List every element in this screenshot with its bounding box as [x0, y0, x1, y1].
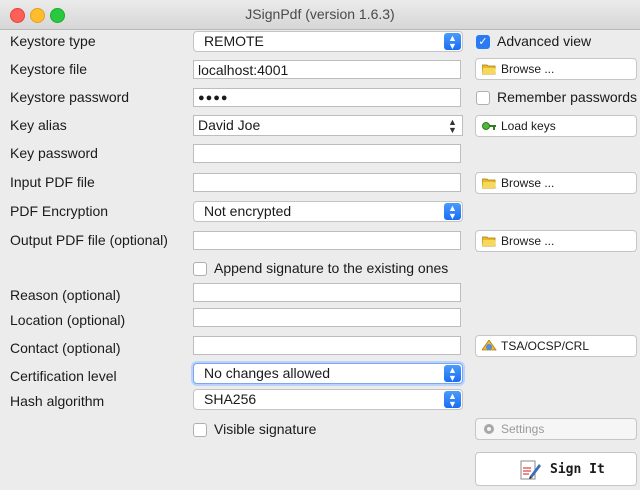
keystore-file-label: Keystore file	[10, 61, 88, 77]
load-keys-button[interactable]: Load keys	[475, 115, 637, 137]
keystore-type-label: Keystore type	[10, 33, 96, 49]
key-password-label: Key password	[10, 145, 98, 161]
key-alias-value: David Joe	[198, 117, 261, 133]
gear-icon	[482, 423, 497, 435]
tsa-ocsp-crl-label: TSA/OCSP/CRL	[501, 339, 590, 353]
folder-icon	[481, 63, 497, 75]
title-bar: JSignPdf (version 1.6.3)	[0, 0, 640, 30]
keystore-password-input[interactable]: ●●●●	[193, 88, 461, 107]
updown-arrow-icon: ▲ ▼	[448, 117, 457, 135]
settings-button[interactable]: Settings	[475, 418, 637, 440]
updown-arrow-icon: ▲ ▼	[444, 33, 461, 51]
remember-passwords-label: Remember passwords	[497, 89, 638, 105]
load-keys-label: Load keys	[501, 119, 556, 133]
certification-level-value: No changes allowed	[204, 365, 331, 381]
key-alias-label: Key alias	[10, 117, 67, 133]
append-signature-checkbox[interactable]	[193, 262, 207, 276]
advanced-view-checkbox[interactable]: ✓	[476, 35, 490, 49]
browse-input-label: Browse ...	[501, 176, 555, 190]
certification-level-select[interactable]: No changes allowed ▲ ▼	[193, 363, 463, 384]
tsa-ocsp-crl-button[interactable]: TSA/OCSP/CRL	[475, 335, 637, 357]
input-pdf-input[interactable]	[193, 173, 461, 192]
advanced-view-label: Advanced view	[497, 33, 592, 49]
location-label: Location (optional)	[10, 312, 126, 328]
output-pdf-input[interactable]	[193, 231, 461, 250]
updown-arrow-icon: ▲ ▼	[444, 365, 461, 383]
contact-input[interactable]	[193, 336, 461, 355]
keystore-type-select[interactable]: REMOTE ▲ ▼	[193, 31, 463, 52]
pdf-encryption-label: PDF Encryption	[10, 203, 109, 219]
output-pdf-label: Output PDF file (optional)	[10, 232, 168, 248]
pdf-encryption-select[interactable]: Not encrypted ▲ ▼	[193, 201, 463, 222]
input-pdf-label: Input PDF file	[10, 174, 95, 190]
pdf-encryption-value: Not encrypted	[204, 203, 292, 219]
hash-algorithm-value: SHA256	[204, 391, 257, 407]
key-icon	[482, 120, 497, 132]
browse-output-label: Browse ...	[501, 234, 555, 248]
updown-arrow-icon: ▲ ▼	[444, 203, 461, 221]
browse-keystore-button[interactable]: Browse ...	[475, 58, 637, 80]
pen-document-icon	[518, 458, 542, 486]
hash-algorithm-label: Hash algorithm	[10, 393, 105, 409]
visible-signature-label: Visible signature	[214, 421, 317, 437]
key-password-input[interactable]	[193, 144, 461, 163]
sign-it-button[interactable]: Sign It	[475, 452, 637, 486]
window-title: JSignPdf (version 1.6.3)	[245, 6, 395, 22]
keystore-file-input[interactable]: localhost:4001	[193, 60, 461, 79]
browse-keystore-label: Browse ...	[501, 62, 555, 76]
updown-arrow-icon: ▲ ▼	[444, 391, 461, 409]
browse-output-button[interactable]: Browse ...	[475, 230, 637, 252]
folder-icon	[481, 235, 497, 247]
location-input[interactable]	[193, 308, 461, 327]
contact-label: Contact (optional)	[10, 340, 121, 356]
reason-label: Reason (optional)	[10, 287, 121, 303]
reason-input[interactable]	[193, 283, 461, 302]
keystore-type-value: REMOTE	[204, 33, 264, 49]
append-signature-label: Append signature to the existing ones	[214, 260, 449, 276]
remember-passwords-checkbox[interactable]	[476, 91, 490, 105]
certification-level-label: Certification level	[10, 368, 117, 384]
settings-label: Settings	[501, 422, 545, 436]
folder-icon	[481, 177, 497, 189]
sign-it-label: Sign It	[550, 462, 605, 477]
browse-input-button[interactable]: Browse ...	[475, 172, 637, 194]
hash-algorithm-select[interactable]: SHA256 ▲ ▼	[193, 389, 463, 410]
visible-signature-checkbox[interactable]	[193, 423, 207, 437]
tsa-icon	[481, 339, 497, 352]
keystore-password-label: Keystore password	[10, 89, 130, 105]
key-alias-select[interactable]: David Joe ▲ ▼	[193, 115, 463, 136]
